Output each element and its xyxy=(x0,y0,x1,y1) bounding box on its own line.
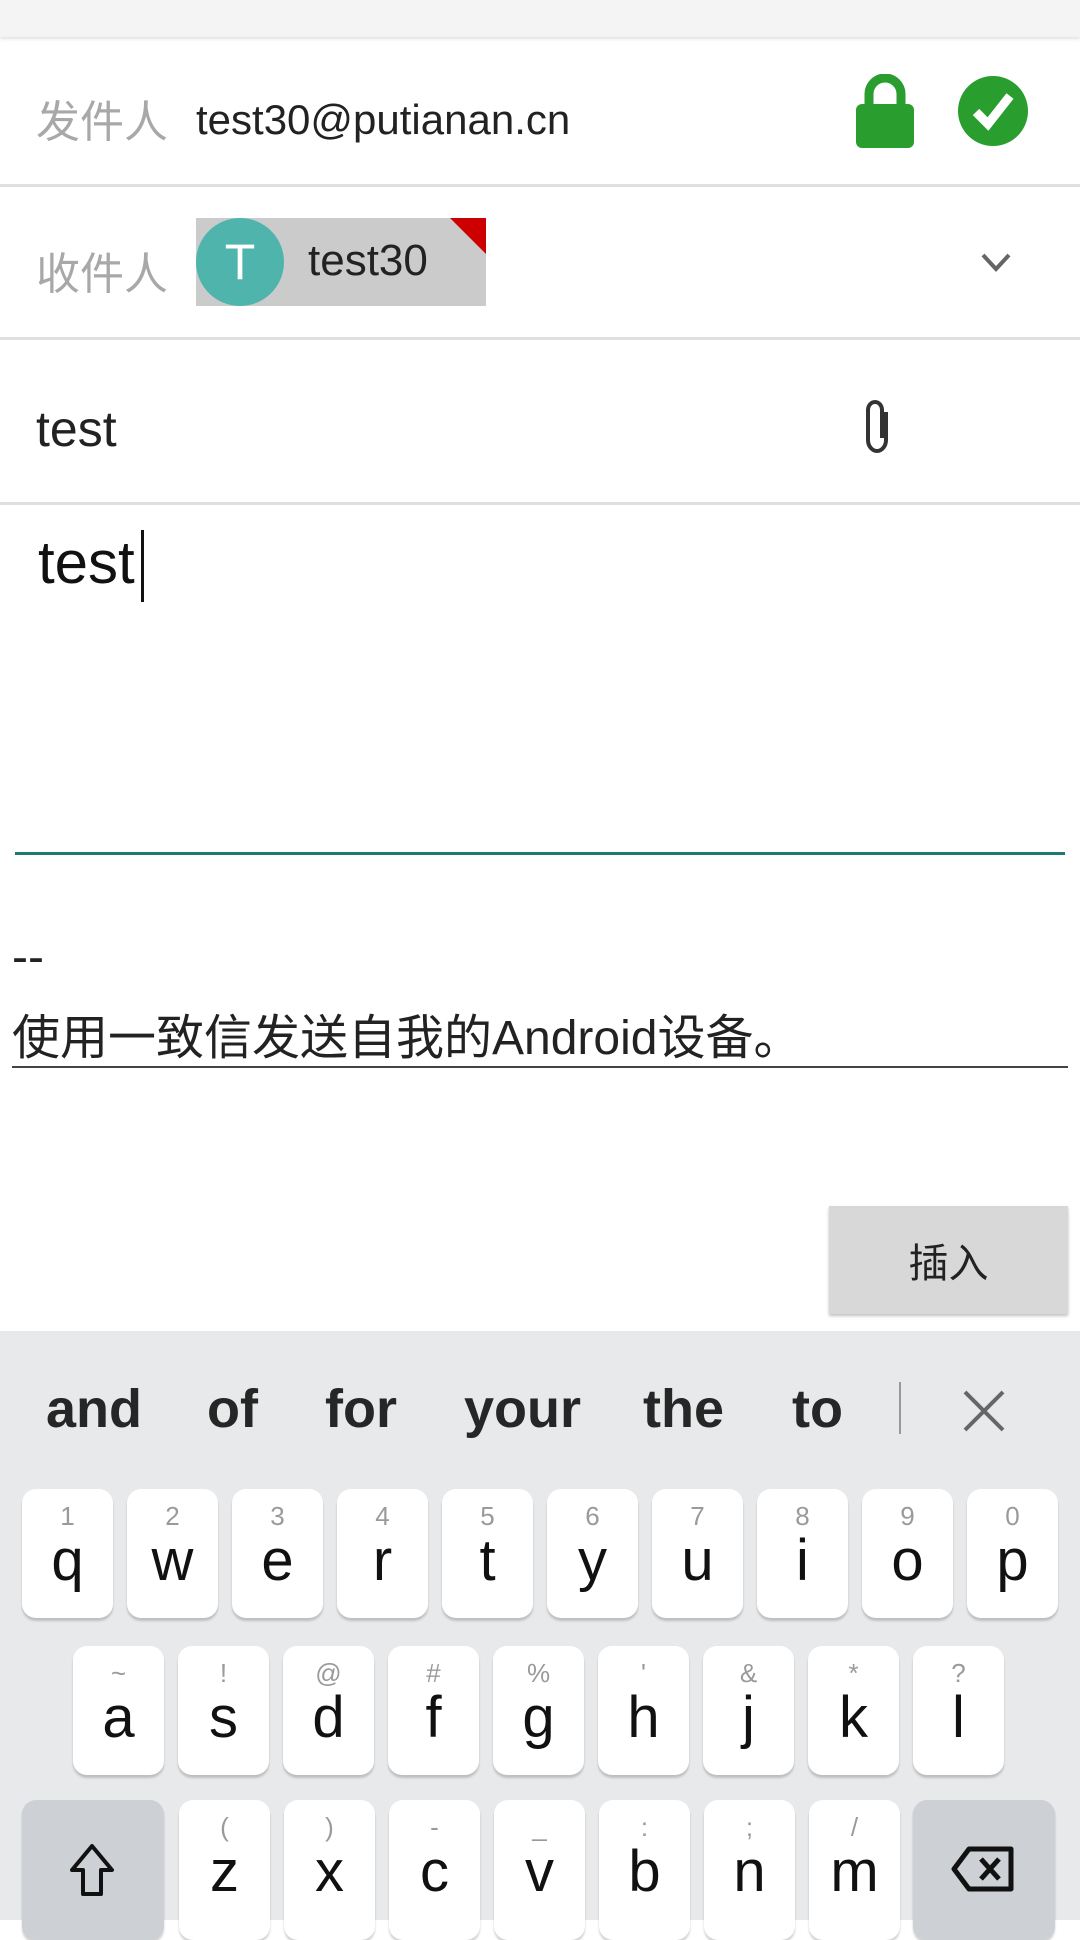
key-a[interactable]: ~ a xyxy=(73,1646,164,1775)
key-label: j xyxy=(742,1685,755,1750)
key-label: r xyxy=(372,1528,393,1593)
key-g[interactable]: % g xyxy=(493,1646,584,1775)
text-cursor xyxy=(141,530,144,602)
key-label: v xyxy=(525,1839,554,1904)
key-u[interactable]: 7u xyxy=(652,1489,743,1618)
key-s[interactable]: ! s xyxy=(178,1646,269,1775)
key-label: a xyxy=(102,1685,135,1750)
backspace-key[interactable] xyxy=(913,1800,1055,1940)
suggestion[interactable]: to xyxy=(792,1378,843,1440)
key-label: c xyxy=(420,1839,449,1904)
key-i[interactable]: 8i xyxy=(757,1489,848,1618)
from-address[interactable]: test30@putianan.cn xyxy=(196,96,570,144)
key-m[interactable]: / m xyxy=(809,1800,900,1940)
key-y[interactable]: 6y xyxy=(547,1489,638,1618)
suggestion-separator xyxy=(899,1382,901,1434)
body-underline xyxy=(15,852,1065,855)
body-input[interactable]: test xyxy=(38,528,135,597)
signature-text[interactable]: 使用一致信发送自我的Android设备。 xyxy=(12,998,801,1068)
chevron-down-icon[interactable] xyxy=(980,252,1012,274)
key-label: m xyxy=(830,1839,879,1904)
key-f[interactable]: # f xyxy=(388,1646,479,1775)
key-t[interactable]: 5t xyxy=(442,1489,533,1618)
top-bar xyxy=(0,0,1080,37)
key-w[interactable]: 2w xyxy=(127,1489,218,1618)
key-label: b xyxy=(628,1839,661,1904)
key-z[interactable]: (z xyxy=(179,1800,270,1940)
key-q[interactable]: 1q xyxy=(22,1489,113,1618)
key-label: x xyxy=(315,1839,344,1904)
key-v[interactable]: _ v xyxy=(494,1800,585,1940)
signature-underline xyxy=(12,1066,1068,1068)
divider xyxy=(0,337,1080,340)
key-h[interactable]: ' h xyxy=(598,1646,689,1775)
key-label: u xyxy=(681,1528,714,1593)
key-label: p xyxy=(996,1528,1029,1593)
key-label: g xyxy=(522,1685,555,1750)
insert-button[interactable]: 插入 xyxy=(829,1206,1068,1314)
key-label: l xyxy=(952,1685,965,1750)
suggestion[interactable]: for xyxy=(325,1378,397,1440)
key-label: t xyxy=(479,1528,496,1593)
recipient-avatar: T xyxy=(196,218,284,306)
subject-input[interactable]: test xyxy=(36,400,117,458)
key-k[interactable]: * k xyxy=(808,1646,899,1775)
key-o[interactable]: 9o xyxy=(862,1489,953,1618)
from-label: 发件人 xyxy=(36,98,168,147)
key-label: w xyxy=(151,1528,194,1593)
shift-key[interactable] xyxy=(22,1800,164,1940)
paperclip-icon[interactable] xyxy=(858,398,898,456)
to-label: 收件人 xyxy=(36,250,168,299)
key-x[interactable]: ) x xyxy=(284,1800,375,1940)
key-label: q xyxy=(51,1528,84,1593)
close-suggestions-icon[interactable] xyxy=(962,1389,1006,1433)
check-circle-icon[interactable] xyxy=(958,76,1028,146)
key-label: z xyxy=(210,1839,239,1904)
key-label: e xyxy=(261,1528,294,1593)
suggestion[interactable]: and xyxy=(46,1378,142,1440)
key-d[interactable]: @ d xyxy=(283,1646,374,1775)
key-label: o xyxy=(891,1528,924,1593)
key-label: h xyxy=(627,1685,660,1750)
warning-corner-icon xyxy=(450,218,486,254)
key-e[interactable]: 3e xyxy=(232,1489,323,1618)
divider xyxy=(0,184,1080,187)
key-label: k xyxy=(839,1685,868,1750)
key-label: y xyxy=(578,1528,607,1593)
suggestion[interactable]: of xyxy=(207,1378,258,1440)
key-l[interactable]: ? l xyxy=(913,1646,1004,1775)
recipient-name[interactable]: test30 xyxy=(308,236,428,286)
key-label: i xyxy=(796,1528,809,1593)
divider xyxy=(0,502,1080,505)
key-label: f xyxy=(425,1685,442,1750)
key-j[interactable]: & j xyxy=(703,1646,794,1775)
key-label: d xyxy=(312,1685,345,1750)
lock-icon[interactable] xyxy=(854,74,916,148)
backspace-icon xyxy=(951,1846,1014,1892)
key-label: n xyxy=(733,1839,766,1904)
key-n[interactable]: ; n xyxy=(704,1800,795,1940)
key-label: s xyxy=(209,1685,238,1750)
key-b[interactable]: :b xyxy=(599,1800,690,1940)
shift-icon xyxy=(70,1844,114,1896)
signature-separator: -- xyxy=(12,931,44,984)
key-r[interactable]: 4r xyxy=(337,1489,428,1618)
key-c[interactable]: -c xyxy=(389,1800,480,1940)
suggestion[interactable]: the xyxy=(643,1378,724,1440)
suggestion[interactable]: your xyxy=(464,1378,581,1440)
key-p[interactable]: 0p xyxy=(967,1489,1058,1618)
